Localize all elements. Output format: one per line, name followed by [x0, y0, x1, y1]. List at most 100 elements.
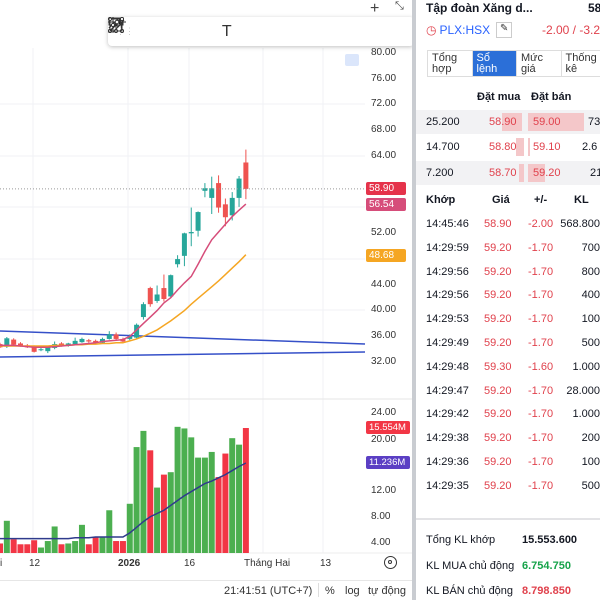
trade-volume: 200 [581, 432, 600, 445]
time-tick: 12 [29, 558, 41, 569]
trade-change: -1.70 [528, 384, 554, 397]
bid-volume: 7.200 [426, 167, 454, 179]
fib-tool-icon[interactable] [108, 17, 385, 44]
volume-bar [215, 477, 222, 553]
percent-toggle[interactable]: % [325, 585, 335, 597]
clock-icon: ◷ [426, 23, 437, 37]
auto-scale-toggle[interactable]: tự động [368, 585, 406, 597]
scale-button[interactable] [345, 54, 359, 66]
trade-row[interactable]: 14:45:46 58.90 -2.00 568.800 [416, 213, 600, 236]
ask-header: Đặt bán [531, 91, 572, 103]
trade-row[interactable]: 14:29:49 59.20 -1.70 500 [416, 332, 600, 355]
trade-price: 59.20 [484, 384, 512, 397]
trendline-tool-icon[interactable] [108, 17, 328, 44]
trade-price: 59.20 [484, 456, 512, 468]
volume-tick: 20.00 [371, 434, 397, 445]
path-tool-icon[interactable] [108, 19, 184, 44]
price-chart[interactable] [0, 0, 412, 600]
chart-footer: 21:41:51 (UTC+7) % log tự động [0, 580, 412, 600]
settings-icon[interactable] [384, 556, 397, 569]
collapse-icon[interactable]: ⤡ [395, 0, 404, 13]
summary-value: 6.754.750 [522, 560, 571, 572]
ask-price: 59.00 [533, 116, 561, 128]
trade-row[interactable]: 14:29:38 59.20 -1.70 200 [416, 427, 600, 450]
ask-volume: 2.6 [582, 141, 598, 153]
last-price-tag: 58.90 [366, 182, 406, 195]
candle-body [113, 334, 119, 339]
candle-body [222, 204, 228, 218]
arrow-tool-icon[interactable] [109, 18, 299, 44]
summary-buy: KL MUA chủ động 6.754.750 [426, 560, 600, 572]
drawing-toolbar: ⋮⋮ T [108, 17, 414, 46]
horizontal-line-tool-icon[interactable] [108, 19, 414, 44]
volume-bar [0, 543, 3, 553]
edit-icon[interactable]: ✎ [496, 22, 513, 38]
summary-label: KL MUA chủ động [426, 560, 515, 572]
summary-total: Tổng KL khớp 15.553.600 [426, 534, 600, 546]
trade-row[interactable]: 14:29:42 59.20 -1.70 1.000 [416, 403, 600, 426]
parallel-channel-icon[interactable] [108, 17, 213, 44]
candle-body [38, 349, 44, 351]
trade-row[interactable]: 14:29:36 59.20 -1.70 100 [416, 451, 600, 474]
bid-price: 58.80 [489, 141, 517, 153]
tab-order-book[interactable]: Sổ lệnh [472, 51, 517, 76]
orderbook-row[interactable]: 14.700 58.80 59.10 2.6 [416, 135, 600, 159]
bid-volume: 14.700 [426, 141, 460, 153]
candle-body [168, 275, 174, 297]
volume-bar [174, 426, 181, 553]
volume-tick: 4.00 [371, 537, 391, 548]
tab-label: lệnh [476, 63, 498, 75]
trade-time: 14:45:46 [426, 218, 469, 230]
volume-bar [140, 430, 147, 553]
time-tick: 13 [320, 558, 332, 569]
candle-body [11, 339, 17, 345]
trade-row[interactable]: 14:29:35 59.20 -1.70 500 [416, 475, 600, 498]
rectangle-tool-icon[interactable] [108, 17, 155, 44]
volume-bar [99, 536, 106, 553]
trade-row[interactable]: 14:29:56 59.20 -1.70 800 [416, 261, 600, 284]
orderbook-row[interactable]: 25.200 58.90 59.00 73.3 [416, 110, 600, 134]
tab-price-levels[interactable]: Mức giá [517, 51, 562, 76]
trade-change: -1.70 [528, 456, 554, 468]
add-icon[interactable]: + [370, 0, 379, 18]
volume-ma-tag: 11.236M [366, 456, 410, 469]
trade-row[interactable]: 14:29:53 59.20 -1.70 100 [416, 308, 600, 331]
vertical-line-tool-icon[interactable] [110, 17, 357, 44]
volume-tick: 12.00 [371, 485, 397, 496]
trade-time: 14:29:56 [426, 289, 469, 302]
price-tick: 40.00 [371, 304, 397, 315]
trade-row[interactable]: 14:29:59 59.20 -1.70 700 [416, 237, 600, 260]
trade-price: 58.90 [484, 218, 512, 230]
clock-time: 21:41:51 (UTC+7) [224, 585, 313, 597]
trade-row[interactable]: 14:29:56 59.20 -1.70 400 [416, 284, 600, 307]
candle-body [106, 334, 112, 339]
candle-body [175, 259, 181, 265]
orderbook-row[interactable]: 7.200 58.70 59.20 21.8 [416, 161, 600, 185]
chart-area[interactable]: + ⤡ ⋮⋮ T 80.00 76.00 72.00 68.00 64.00 5… [0, 0, 414, 600]
candle-body [216, 183, 222, 208]
volume-bar [126, 503, 133, 553]
price-tick: 68.00 [371, 124, 397, 135]
volume-bar [51, 526, 58, 553]
volume-bar [44, 541, 51, 553]
trade-row[interactable]: 14:29:48 59.30 -1.60 1.000 [416, 356, 600, 379]
tab-statistics[interactable]: Thống kê [562, 51, 600, 76]
volume-bar [72, 541, 79, 553]
trade-row[interactable]: 14:29:47 59.20 -1.70 28.000 [416, 380, 600, 403]
symbol-label[interactable]: PLX:HSX [439, 23, 490, 37]
trendline-lower[interactable] [0, 351, 366, 358]
candle-body [154, 294, 160, 301]
price-tick: 36.00 [371, 330, 397, 341]
candle-body [195, 212, 201, 231]
volume-bar [201, 457, 208, 553]
ask-price: 59.20 [533, 167, 561, 179]
log-toggle[interactable]: log [345, 585, 360, 597]
price-tick: 72.00 [371, 98, 397, 109]
volume-bar [160, 474, 167, 553]
col-header: +/- [534, 194, 548, 206]
trade-change: -1.70 [528, 337, 554, 349]
tab-summary[interactable]: Tổng hợp [428, 51, 473, 76]
tab-label: giá [521, 63, 536, 75]
text-tool-icon[interactable]: T [212, 20, 241, 44]
callout-tool-icon[interactable] [108, 17, 270, 44]
